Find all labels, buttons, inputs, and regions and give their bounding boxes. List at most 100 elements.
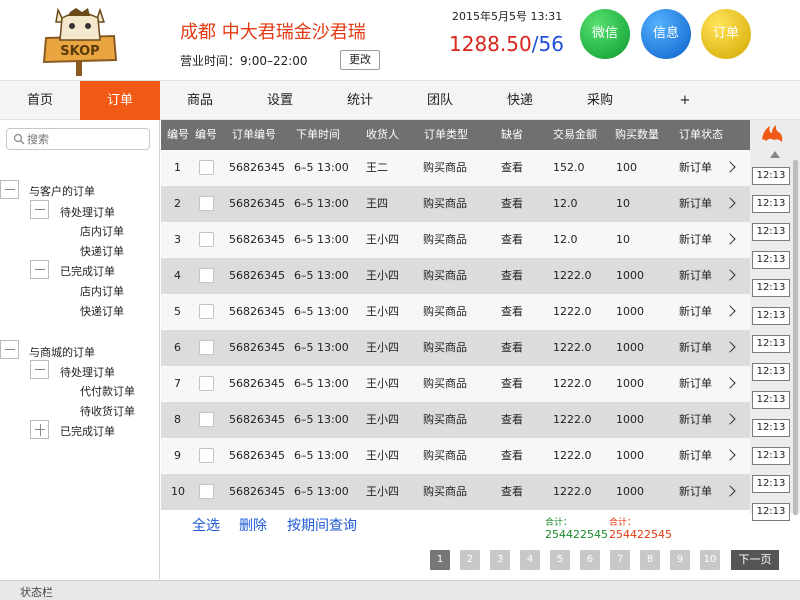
cell-amount: 1222.0 — [553, 377, 592, 390]
table-row[interactable]: 10 56826345 6–5 13:00 王小四 购买商品 查看 1222.0… — [161, 474, 750, 510]
row-checkbox[interactable] — [199, 448, 214, 463]
cell-order-time: 6–5 13:00 — [294, 485, 349, 498]
chevron-right-icon[interactable] — [724, 233, 736, 245]
tree-node-mall-completed[interactable]: 已完成订单 — [60, 423, 115, 439]
collapse-toggle-mall-orders[interactable] — [0, 340, 19, 359]
cell-view-link[interactable]: 查看 — [501, 294, 523, 330]
nav-item-orders[interactable]: 订单 — [80, 81, 160, 121]
table-row[interactable]: 6 56826345 6–5 13:00 王小四 购买商品 查看 1222.0 … — [161, 330, 750, 366]
nav-item-purchase[interactable]: 采购 — [560, 81, 640, 121]
nav-item-statistics[interactable]: 统计 — [320, 81, 400, 121]
chevron-right-icon[interactable] — [724, 485, 736, 497]
chevron-right-icon[interactable] — [724, 197, 736, 209]
cell-index: 8 — [174, 413, 181, 426]
query-by-period-button[interactable]: 按期间查询 — [287, 515, 357, 535]
table-row[interactable]: 7 56826345 6–5 13:00 王小四 购买商品 查看 1222.0 … — [161, 366, 750, 402]
cell-view-link[interactable]: 查看 — [501, 402, 523, 438]
row-checkbox[interactable] — [199, 232, 214, 247]
page-button-8[interactable]: 8 — [640, 550, 660, 570]
cell-view-link[interactable]: 查看 — [501, 330, 523, 366]
collapse-toggle-customer-orders[interactable] — [0, 180, 19, 199]
page-button-5[interactable]: 5 — [550, 550, 570, 570]
cell-index: 3 — [174, 233, 181, 246]
row-checkbox[interactable] — [199, 376, 214, 391]
expand-toggle-mall-completed[interactable] — [30, 420, 49, 439]
tree-node-customer-pending-instore[interactable]: 店内订单 — [80, 223, 124, 239]
cell-view-link[interactable]: 查看 — [501, 366, 523, 402]
page-button-4[interactable]: 4 — [520, 550, 540, 570]
chevron-right-icon[interactable] — [724, 161, 736, 173]
info-button[interactable]: 信息 — [641, 9, 691, 59]
delete-button[interactable]: 删除 — [239, 515, 267, 535]
chevron-right-icon[interactable] — [724, 305, 736, 317]
change-hours-button[interactable]: 更改 — [340, 50, 380, 70]
nav-item-express[interactable]: 快递 — [480, 81, 560, 121]
cell-receiver: 王小四 — [366, 377, 399, 390]
collapse-toggle-mall-pending[interactable] — [30, 360, 49, 379]
select-all-button[interactable]: 全选 — [192, 515, 220, 535]
order-button[interactable]: 订单 — [701, 9, 751, 59]
cell-index: 9 — [174, 449, 181, 462]
tree-node-mall-orders[interactable]: 与商城的订单 — [29, 344, 95, 360]
page-button-10[interactable]: 10 — [700, 550, 720, 570]
nav-item-add[interactable]: + — [645, 81, 725, 121]
collapse-toggle-customer-completed[interactable] — [30, 260, 49, 279]
scroll-up-icon[interactable] — [770, 151, 780, 158]
nav-item-products[interactable]: 商品 — [160, 81, 240, 121]
table-row[interactable]: 3 56826345 6–5 13:00 王小四 购买商品 查看 12.0 10… — [161, 222, 750, 258]
page-button-1[interactable]: 1 — [430, 550, 450, 570]
tree-node-mall-pending[interactable]: 待处理订单 — [60, 364, 115, 380]
row-checkbox[interactable] — [199, 340, 214, 355]
next-page-button[interactable]: 下一页 — [731, 550, 779, 570]
chevron-right-icon[interactable] — [724, 341, 736, 353]
nav-item-home[interactable]: 首页 — [0, 81, 80, 121]
tree-node-customer-completed-express[interactable]: 快递订单 — [80, 303, 124, 319]
tree-node-customer-completed[interactable]: 已完成订单 — [60, 263, 115, 279]
row-checkbox[interactable] — [199, 196, 214, 211]
page-button-9[interactable]: 9 — [670, 550, 690, 570]
row-checkbox[interactable] — [199, 160, 214, 175]
fire-icon[interactable] — [760, 122, 784, 146]
cell-view-link[interactable]: 查看 — [501, 258, 523, 294]
page-button-7[interactable]: 7 — [610, 550, 630, 570]
row-checkbox[interactable] — [199, 304, 214, 319]
tree-node-mall-awaiting-receipt[interactable]: 待收货订单 — [80, 403, 135, 419]
nav-item-team[interactable]: 团队 — [400, 81, 480, 121]
tree-node-mall-awaiting-payment[interactable]: 代付款订单 — [80, 383, 135, 399]
table-row[interactable]: 9 56826345 6–5 13:00 王小四 购买商品 查看 1222.0 … — [161, 438, 750, 474]
chevron-right-icon[interactable] — [724, 449, 736, 461]
tree-node-customer-pending[interactable]: 待处理订单 — [60, 204, 115, 220]
search-input[interactable] — [27, 130, 145, 148]
cell-view-link[interactable]: 查看 — [501, 222, 523, 258]
chevron-right-icon[interactable] — [724, 413, 736, 425]
collapse-toggle-customer-pending[interactable] — [30, 200, 49, 219]
table-row[interactable]: 8 56826345 6–5 13:00 王小四 购买商品 查看 1222.0 … — [161, 402, 750, 438]
tree-node-customer-pending-express[interactable]: 快递订单 — [80, 243, 124, 259]
tree-node-customer-orders[interactable]: 与客户的订单 — [29, 183, 95, 199]
tree-node-customer-completed-instore[interactable]: 店内订单 — [80, 283, 124, 299]
nav-item-settings[interactable]: 设置 — [240, 81, 320, 121]
header: SKOP 成都 中大君瑞金沙君瑞 营业时间：9:00–22:00 更改 2015… — [0, 0, 800, 80]
cell-view-link[interactable]: 查看 — [501, 150, 523, 186]
cell-view-link[interactable]: 查看 — [501, 474, 523, 510]
row-checkbox[interactable] — [199, 268, 214, 283]
page-button-2[interactable]: 2 — [460, 550, 480, 570]
table-row[interactable]: 1 56826345 6–5 13:00 王二 购买商品 查看 152.0 10… — [161, 150, 750, 186]
scrollbar[interactable] — [793, 160, 798, 515]
table-row[interactable]: 4 56826345 6–5 13:00 王小四 购买商品 查看 1222.0 … — [161, 258, 750, 294]
search-box[interactable] — [6, 128, 150, 150]
page-button-3[interactable]: 3 — [490, 550, 510, 570]
table-row[interactable]: 2 56826345 6–5 13:00 王四 购买商品 查看 12.0 10 … — [161, 186, 750, 222]
chevron-right-icon[interactable] — [724, 377, 736, 389]
wechat-button[interactable]: 微信 — [580, 9, 630, 59]
cell-receiver: 王小四 — [366, 413, 399, 426]
chevron-right-icon[interactable] — [724, 269, 736, 281]
row-checkbox[interactable] — [199, 412, 214, 427]
row-checkbox[interactable] — [199, 484, 214, 499]
table-row[interactable]: 5 56826345 6–5 13:00 王小四 购买商品 查看 1222.0 … — [161, 294, 750, 330]
cell-view-link[interactable]: 查看 — [501, 438, 523, 474]
cell-order-type: 购买商品 — [423, 161, 467, 174]
cell-view-link[interactable]: 查看 — [501, 186, 523, 222]
page-button-6[interactable]: 6 — [580, 550, 600, 570]
cell-order-type: 购买商品 — [423, 449, 467, 462]
